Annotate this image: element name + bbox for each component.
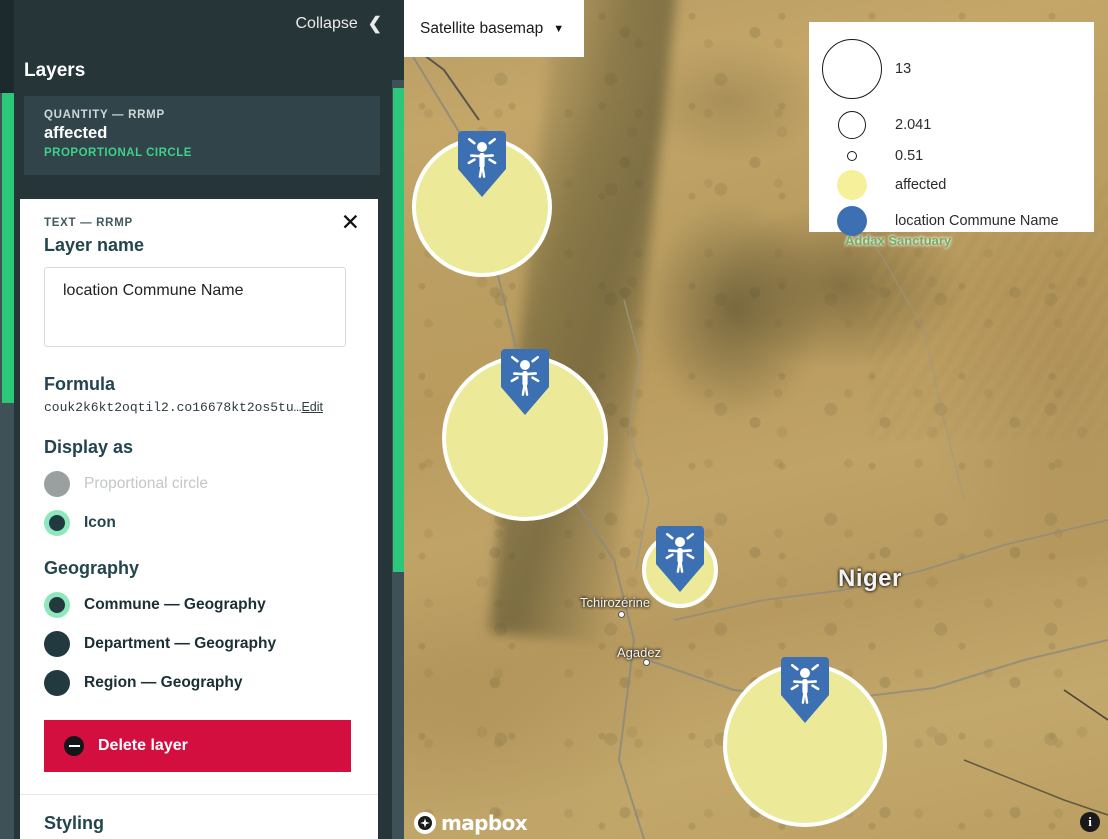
layer-name-label: Layer name — [44, 235, 145, 255]
page-title: Layers — [24, 60, 86, 81]
radio-icon[interactable] — [44, 631, 70, 657]
display-as-option-label: Icon — [84, 514, 116, 531]
radio-icon — [44, 471, 70, 497]
layer-card-name: affected — [44, 124, 108, 142]
legend-size-label: 2.041 — [895, 117, 932, 133]
geography-option-label: Commune — Geography — [84, 596, 266, 613]
map-city-dot — [618, 611, 625, 618]
basemap-selector-label: Satellite basemap — [420, 19, 544, 37]
legend-swatch-icon — [809, 206, 895, 236]
legend-size-row: 0.51 — [809, 148, 1094, 164]
display-as-label: Display as — [44, 437, 134, 457]
display-as-option-label: Proportional circle — [84, 475, 209, 492]
styling-title: Styling — [44, 813, 105, 833]
geography-option-2[interactable]: Region — Geography — [44, 670, 354, 696]
map-city-dot — [643, 659, 650, 666]
styling-section: Styling Background color — [20, 795, 378, 839]
legend-color-label: affected — [895, 177, 947, 193]
legend-color-row: affected — [809, 170, 1094, 200]
sidebar-right-edge — [380, 0, 392, 839]
display-as-option-0: Proportional circle — [44, 471, 354, 497]
legend-swatch-icon — [809, 170, 895, 200]
mapbox-attribution[interactable]: mapbox — [414, 811, 528, 835]
radio-icon[interactable] — [44, 510, 70, 536]
close-icon[interactable]: ✕ — [341, 211, 360, 234]
panel-kicker: TEXT — RRMP — [44, 217, 133, 229]
delete-layer-label: Delete layer — [98, 737, 188, 754]
formula-label: Formula — [44, 374, 116, 394]
left-scrollbar-thumb[interactable] — [2, 93, 14, 403]
geography-option-1[interactable]: Department — Geography — [44, 631, 354, 657]
affected-person-pin-icon[interactable] — [497, 345, 553, 424]
affected-person-pin-icon[interactable] — [777, 653, 833, 732]
geography-label: Geography — [44, 558, 140, 578]
minus-circle-icon — [64, 736, 84, 756]
legend-size-row: 2.041 — [809, 108, 1094, 142]
legend-color-row: location Commune Name — [809, 206, 1094, 236]
mapbox-attribution-label: mapbox — [441, 811, 528, 835]
affected-person-pin-icon[interactable] — [454, 127, 510, 206]
delete-layer-button[interactable]: Delete layer — [44, 720, 351, 772]
map-place-label: Agadez — [617, 645, 662, 660]
affected-person-pin-icon[interactable] — [652, 522, 708, 601]
info-icon-label: i — [1088, 814, 1092, 829]
layer-edit-panel: ✕ TEXT — RRMP Layer name Formula couk2k6… — [20, 199, 378, 839]
legend-size-label: 0.51 — [895, 148, 924, 164]
radio-icon[interactable] — [44, 592, 70, 618]
map-place-label: Tchirozérine — [580, 595, 651, 610]
layer-card-subtitle: PROPORTIONAL CIRCLE — [44, 147, 192, 159]
legend-color-label: location Commune Name — [895, 213, 1059, 229]
geography-option-label: Region — Geography — [84, 674, 243, 691]
map-canvas[interactable]: Addax Sanctuary Tchirozérine Agadez Niger 1… — [404, 0, 1108, 839]
legend-size-label: 13 — [895, 61, 912, 77]
display-as-option-1[interactable]: Icon — [44, 510, 354, 536]
panel-scrollbar-thumb[interactable] — [393, 88, 404, 572]
map-place-label: Niger — [838, 565, 902, 592]
chevron-down-icon: ▼ — [553, 22, 565, 35]
basemap-selector[interactable]: Satellite basemap ▼ — [404, 0, 584, 57]
collapse-button[interactable]: Collapse ❮ — [0, 0, 404, 48]
geography-option-label: Department — Geography — [84, 635, 277, 652]
radio-icon[interactable] — [44, 670, 70, 696]
legend-color-items: affected location Commune Name — [809, 170, 1094, 236]
sidebar: Collapse ❮ Layers QUANTITY — RRMP affect… — [0, 0, 404, 839]
layer-card-kicker: QUANTITY — RRMP — [44, 109, 165, 121]
info-icon[interactable]: i — [1080, 812, 1100, 832]
legend-circle-icon — [809, 148, 895, 164]
geography-radio-group: Commune — Geography Department — Geograph… — [44, 592, 354, 696]
map-legend: 13 2.041 0.51 affected location Commune Nam… — [809, 22, 1094, 236]
legend-circle-icon — [809, 36, 895, 102]
left-scrollbar-cap — [0, 0, 14, 93]
formula-row: couk2k6kt2oqtil2.co16678kt2os5tu… Edit — [44, 400, 354, 415]
geography-option-0[interactable]: Commune — Geography — [44, 592, 354, 618]
collapse-label: Collapse — [295, 15, 358, 32]
legend-circle-icon — [809, 108, 895, 142]
app-root: Addax Sanctuary Tchirozérine Agadez Niger 1… — [0, 0, 1108, 839]
formula-value: couk2k6kt2oqtil2.co16678kt2os5tu… — [44, 400, 302, 415]
display-as-radio-group: Proportional circle Icon — [44, 471, 354, 536]
legend-size-items: 13 2.041 0.51 — [809, 36, 1094, 164]
mapbox-logo-icon — [414, 812, 436, 834]
layer-name-input[interactable] — [44, 267, 346, 347]
legend-size-row: 13 — [809, 36, 1094, 102]
layer-card-affected[interactable]: QUANTITY — RRMP affected PROPORTIONAL CI… — [24, 96, 380, 175]
formula-edit-link[interactable]: Edit — [301, 400, 323, 414]
